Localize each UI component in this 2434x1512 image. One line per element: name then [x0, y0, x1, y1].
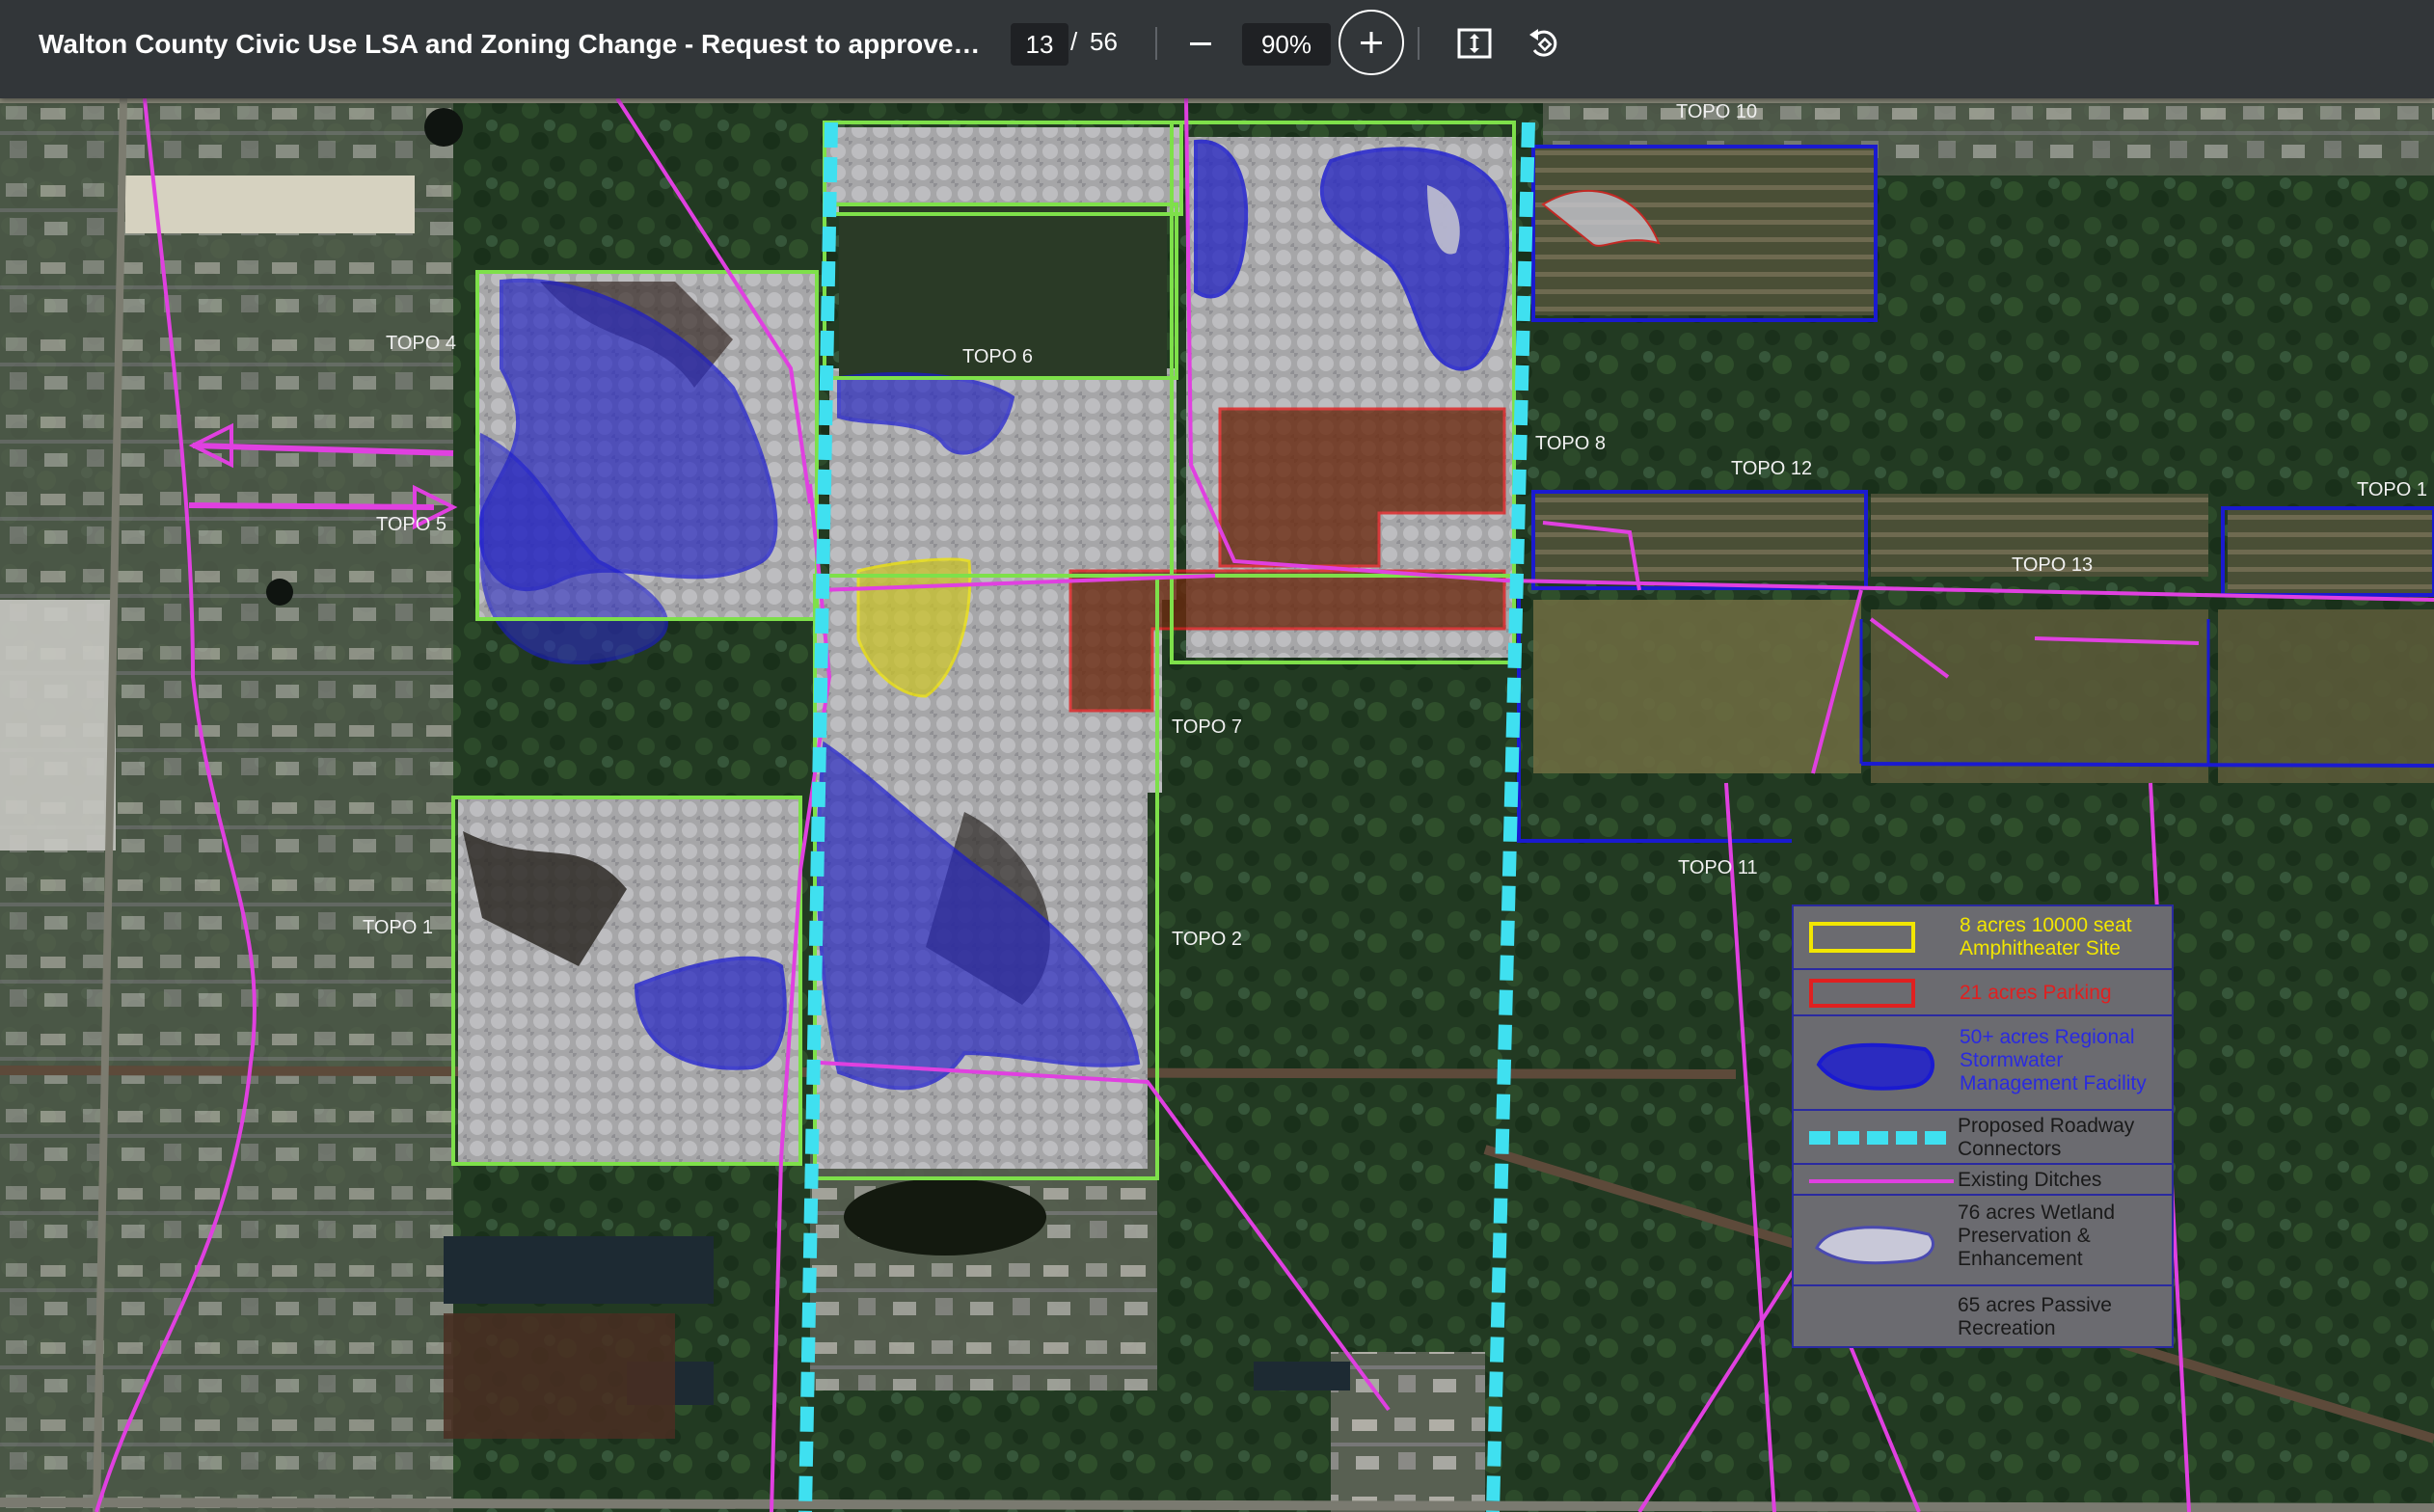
- legend-label: Proposed Roadway Connectors: [1958, 1115, 2135, 1160]
- parking-swatch: [1809, 979, 1915, 1008]
- topo-label: TOPO 5: [376, 514, 446, 535]
- legend-label: 76 acres Wetland Preservation & Enhancem…: [1958, 1202, 2116, 1270]
- pdf-toolbar: Walton County Civic Use LSA and Zoning C…: [0, 0, 2434, 98]
- topo-label: TOPO 13: [2012, 554, 2093, 576]
- ditches-swatch: [1809, 1179, 1954, 1183]
- topo-label: TOPO 1: [2357, 479, 2427, 500]
- legend-label: 8 acres 10000 seat Amphitheater Site: [1960, 914, 2132, 959]
- rotate-counterclockwise-icon: [1529, 29, 1557, 57]
- pdf-viewer: Walton County Civic Use LSA and Zoning C…: [0, 0, 2434, 1512]
- minus-icon: [1190, 42, 1211, 45]
- legend-row-ditches: Existing Ditches: [1794, 1165, 2172, 1196]
- topo-label: TOPO 10: [1676, 101, 1757, 122]
- topo-label: TOPO 12: [1731, 458, 1812, 479]
- zoom-out-button[interactable]: [1178, 21, 1223, 66]
- legend-label: 50+ acres Regional Stormwater Management…: [1960, 1026, 2147, 1094]
- legend-row-parking: 21 acres Parking: [1794, 970, 2172, 1016]
- topo-label: TOPO 1: [363, 917, 433, 938]
- total-pages: 56: [1090, 27, 1118, 56]
- page-separator: /: [1070, 27, 1078, 56]
- document-title: Walton County Civic Use LSA and Zoning C…: [39, 29, 984, 59]
- roadway-swatch: [1809, 1131, 1954, 1145]
- legend-row-wetland: 76 acres Wetland Preservation & Enhancem…: [1794, 1196, 2172, 1286]
- topo-label: TOPO 2: [1172, 929, 1242, 950]
- topo-label: TOPO 6: [962, 346, 1033, 367]
- stormwater-swatch: [1816, 1042, 1934, 1091]
- plus-icon: [1361, 32, 1382, 53]
- topo-label: TOPO 11: [1678, 857, 1758, 878]
- topo-label: TOPO 8: [1535, 433, 1606, 454]
- topo-label: TOPO 7: [1172, 716, 1242, 738]
- wetland-swatch: [1815, 1226, 1934, 1265]
- pdf-page-map[interactable]: TOPO 10 TOPO 4 TOPO 6 TOPO 5 TOPO 8 TOPO…: [0, 98, 2434, 1512]
- zoom-in-button[interactable]: [1339, 10, 1404, 75]
- legend-row-stormwater: 50+ acres Regional Stormwater Management…: [1794, 1016, 2172, 1111]
- legend-row-roadway: Proposed Roadway Connectors: [1794, 1111, 2172, 1165]
- legend-label: 21 acres Parking: [1960, 982, 2112, 1004]
- legend-label: 65 acres Passive Recreation: [1958, 1294, 2112, 1339]
- topo-label: TOPO 4: [386, 333, 456, 354]
- toolbar-divider: [1418, 27, 1420, 60]
- legend-row-amphitheater: 8 acres 10000 seat Amphitheater Site: [1794, 906, 2172, 970]
- toolbar-divider: [1155, 27, 1157, 60]
- legend-label: Existing Ditches: [1958, 1169, 2102, 1191]
- zoom-level-input[interactable]: [1242, 23, 1331, 66]
- page-number-input[interactable]: [1011, 23, 1068, 66]
- legend-row-recreation: 65 acres Passive Recreation: [1794, 1286, 2172, 1346]
- fit-page-icon: [1457, 28, 1492, 59]
- amphitheater-swatch: [1809, 922, 1915, 953]
- fit-to-page-button[interactable]: [1452, 21, 1497, 66]
- rotate-button[interactable]: [1522, 21, 1566, 66]
- map-legend: 8 acres 10000 seat Amphitheater Site 21 …: [1792, 904, 2174, 1348]
